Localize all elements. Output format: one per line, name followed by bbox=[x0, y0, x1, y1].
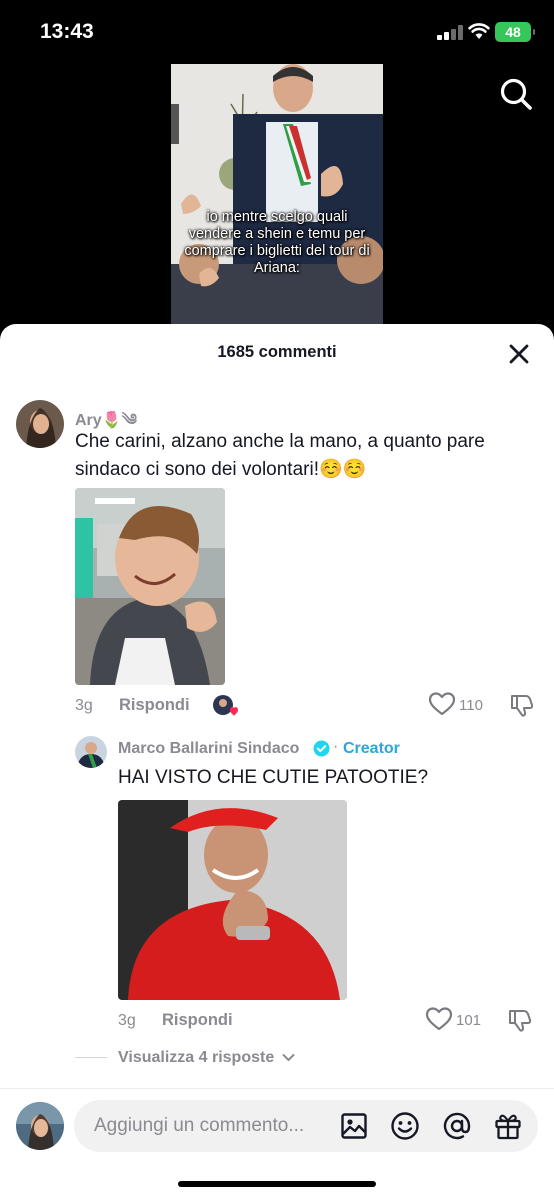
heart-icon[interactable] bbox=[428, 691, 456, 717]
video-frame-image bbox=[171, 64, 383, 326]
signal-icon bbox=[437, 24, 463, 40]
avatar[interactable] bbox=[75, 736, 107, 768]
avatar[interactable] bbox=[16, 400, 64, 448]
comment-input-wrapper bbox=[74, 1100, 538, 1152]
view-replies-button[interactable]: Visualizza 4 risposte bbox=[118, 1049, 295, 1067]
creator-liked-avatar bbox=[213, 695, 238, 716]
reply-timestamp: 3g bbox=[118, 1012, 136, 1029]
video-caption: io mentre scelgo quali vendere a shein e… bbox=[184, 209, 370, 276]
gift-icon[interactable] bbox=[493, 1111, 523, 1141]
battery-level: 48 bbox=[505, 24, 521, 40]
like-count: 110 bbox=[459, 697, 483, 714]
emoji-icon[interactable] bbox=[390, 1111, 420, 1141]
wifi-icon bbox=[468, 23, 490, 39]
dislike-icon[interactable] bbox=[507, 1007, 533, 1033]
reply-text: HAI VISTO CHE CUTIE PATOOTIE? bbox=[118, 767, 429, 788]
reply-button[interactable]: Rispondi bbox=[162, 1011, 233, 1030]
battery-indicator: 48 bbox=[495, 22, 535, 42]
home-indicator[interactable] bbox=[178, 1181, 376, 1187]
comment-input[interactable] bbox=[94, 1100, 334, 1152]
comments-count-title: 1685 commenti bbox=[217, 343, 337, 361]
creator-badge: Creator bbox=[343, 740, 400, 757]
verified-icon bbox=[313, 740, 330, 757]
comments-sheet: 1685 commenti Ary🌷༄ Che carini, alzano a… bbox=[0, 324, 554, 1200]
comment-timestamp: 3g bbox=[75, 697, 93, 714]
view-replies-label: Visualizza 4 risposte bbox=[118, 1049, 275, 1066]
chevron-down-icon bbox=[282, 1054, 295, 1062]
comment-gif-image[interactable] bbox=[75, 488, 225, 685]
reply-button[interactable]: Rispondi bbox=[119, 696, 190, 715]
dislike-icon[interactable] bbox=[509, 692, 535, 718]
separator-dot: · bbox=[333, 738, 339, 755]
video-preview[interactable]: io mentre scelgo quali vendere a shein e… bbox=[171, 64, 383, 326]
image-icon[interactable] bbox=[340, 1112, 368, 1140]
status-time: 13:43 bbox=[40, 20, 94, 43]
like-count: 101 bbox=[456, 1012, 482, 1029]
status-bar: 13:43 48 bbox=[0, 0, 554, 64]
close-icon[interactable] bbox=[505, 340, 533, 368]
mention-icon[interactable] bbox=[442, 1111, 472, 1141]
heart-icon[interactable] bbox=[425, 1006, 453, 1032]
comment-text: Che carini, alzano anche la mano, a quan… bbox=[75, 431, 485, 480]
replies-divider bbox=[75, 1057, 107, 1058]
reply-username[interactable]: Marco Ballarini Sindaco bbox=[118, 740, 299, 758]
search-icon[interactable] bbox=[498, 76, 534, 112]
avatar[interactable] bbox=[16, 1102, 64, 1150]
reply-gif-image[interactable] bbox=[118, 800, 347, 1000]
